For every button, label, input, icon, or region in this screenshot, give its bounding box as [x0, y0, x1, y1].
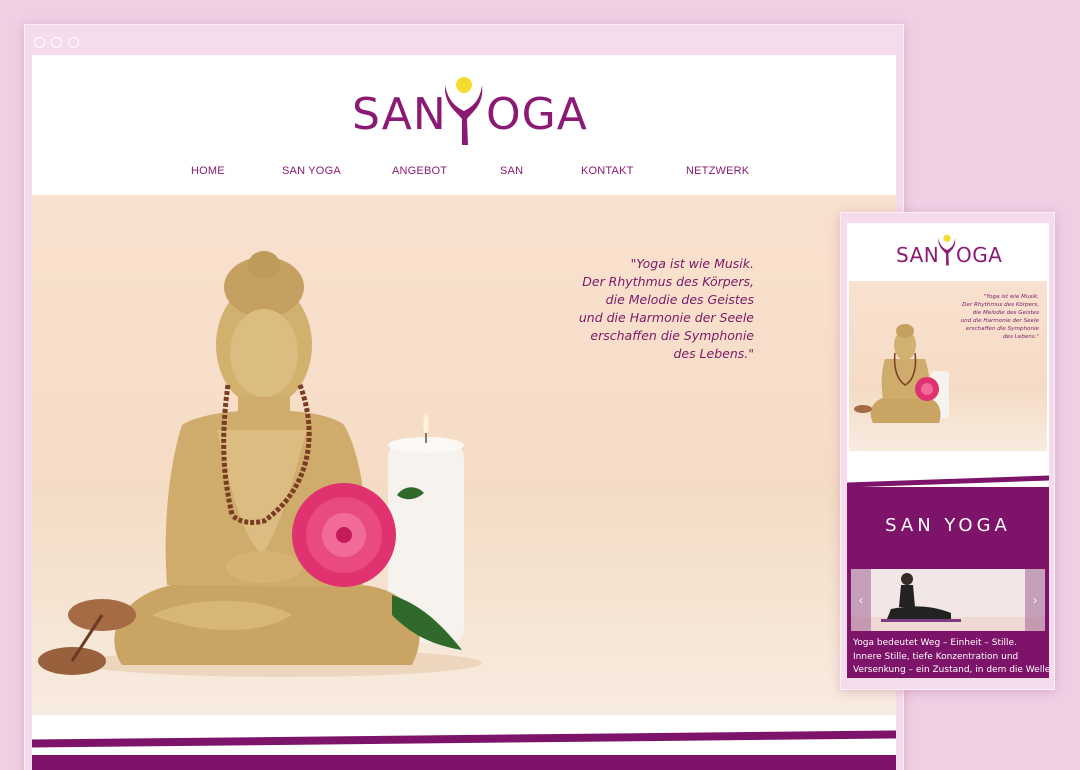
window-controls — [34, 37, 79, 48]
mobile-hero-quote: "Yoga ist wie Musik. Der Rhythmus des Kö… — [929, 293, 1039, 341]
mobile-quote-line: "Yoga ist wie Musik. — [983, 294, 1039, 300]
mobile-section-text: Yoga bedeutet Weg – Einheit – Stille. In… — [853, 637, 1049, 678]
mobile-text-line: Versenkung – ein Zustand, in dem die Wel… — [853, 665, 1049, 675]
main-nav: HOME SAN YOGA ANGEBOT SAN KONTAKT NETZWE… — [32, 165, 896, 195]
window-close-dot[interactable] — [34, 37, 45, 48]
mobile-page: SAN OGA "Yoga ist wie Musik. Der Rhythmu… — [847, 223, 1049, 678]
section-divider-stripe — [32, 730, 896, 748]
nav-item-angebot[interactable]: ANGEBOT — [392, 165, 447, 177]
quote-line: "Yoga ist wie Musik. — [630, 256, 754, 271]
desktop-page: SAN OGA HOME SAN YOGA ANGEBOT SAN KONTAK… — [32, 55, 896, 770]
nav-item-netzwerk[interactable]: NETZWERK — [686, 165, 749, 177]
quote-line: Der Rhythmus des Körpers, — [582, 274, 754, 289]
mobile-logo-text-san: SAN — [896, 243, 940, 267]
slider-next-button[interactable]: › — [1025, 569, 1045, 631]
window-maximize-dot[interactable] — [68, 37, 79, 48]
quote-line: die Melodie des Geistes — [605, 292, 754, 307]
quote-line: des Lebens." — [673, 346, 754, 361]
yoga-pose-image — [851, 569, 1045, 631]
mobile-site-logo[interactable]: SAN OGA — [893, 233, 1003, 273]
mobile-yoga-figure-icon — [938, 234, 956, 266]
hero-quote: "Yoga ist wie Musik. Der Rhythmus des Kö… — [454, 255, 754, 363]
mobile-device-frame: SAN OGA "Yoga ist wie Musik. Der Rhythmu… — [840, 212, 1055, 690]
logo-text-san: SAN — [352, 89, 447, 140]
hero-banner: "Yoga ist wie Musik. Der Rhythmus des Kö… — [32, 195, 896, 715]
site-logo[interactable]: SAN OGA — [346, 75, 588, 155]
nav-item-kontakt[interactable]: KONTAKT — [581, 165, 634, 177]
nav-item-san-yoga[interactable]: SAN YOGA — [282, 165, 341, 177]
mobile-image-slider[interactable]: ‹ › — [851, 569, 1045, 631]
quote-line: erschaffen die Symphonie — [590, 328, 754, 343]
quote-line: und die Harmonie der Seele — [578, 310, 754, 325]
yoga-figure-icon — [444, 77, 483, 145]
mobile-quote-line: die Melodie des Geistes — [972, 310, 1039, 316]
mobile-text-line: Innere Stille, tiefe Konzentration und — [853, 651, 1019, 662]
mobile-hero-banner: "Yoga ist wie Musik. Der Rhythmus des Kö… — [849, 281, 1047, 451]
slider-prev-button[interactable]: ‹ — [851, 569, 871, 631]
desktop-browser-frame: SAN OGA HOME SAN YOGA ANGEBOT SAN KONTAK… — [24, 24, 904, 770]
mobile-quote-line: des Lebens." — [1002, 334, 1039, 340]
mobile-quote-line: erschaffen die Symphonie — [965, 326, 1039, 332]
mobile-quote-line: und die Harmonie der Seele — [960, 318, 1039, 324]
window-minimize-dot[interactable] — [51, 37, 62, 48]
nav-item-home[interactable]: HOME — [191, 165, 225, 177]
mobile-section-divider-stripe — [847, 475, 1049, 488]
mobile-logo-text-oga: OGA — [956, 243, 1003, 267]
nav-item-san[interactable]: SAN — [500, 165, 523, 177]
section-band — [32, 755, 896, 770]
mobile-text-line: Yoga bedeutet Weg – Einheit – Stille. — [853, 638, 1017, 648]
mobile-quote-line: Der Rhythmus des Körpers, — [962, 302, 1039, 308]
mobile-section-title: SAN YOGA — [885, 515, 1011, 536]
mobile-san-yoga-section: SAN YOGA ‹ › Yoga bedeutet Weg – Einheit… — [847, 487, 1049, 678]
logo-text-oga: OGA — [486, 89, 588, 140]
